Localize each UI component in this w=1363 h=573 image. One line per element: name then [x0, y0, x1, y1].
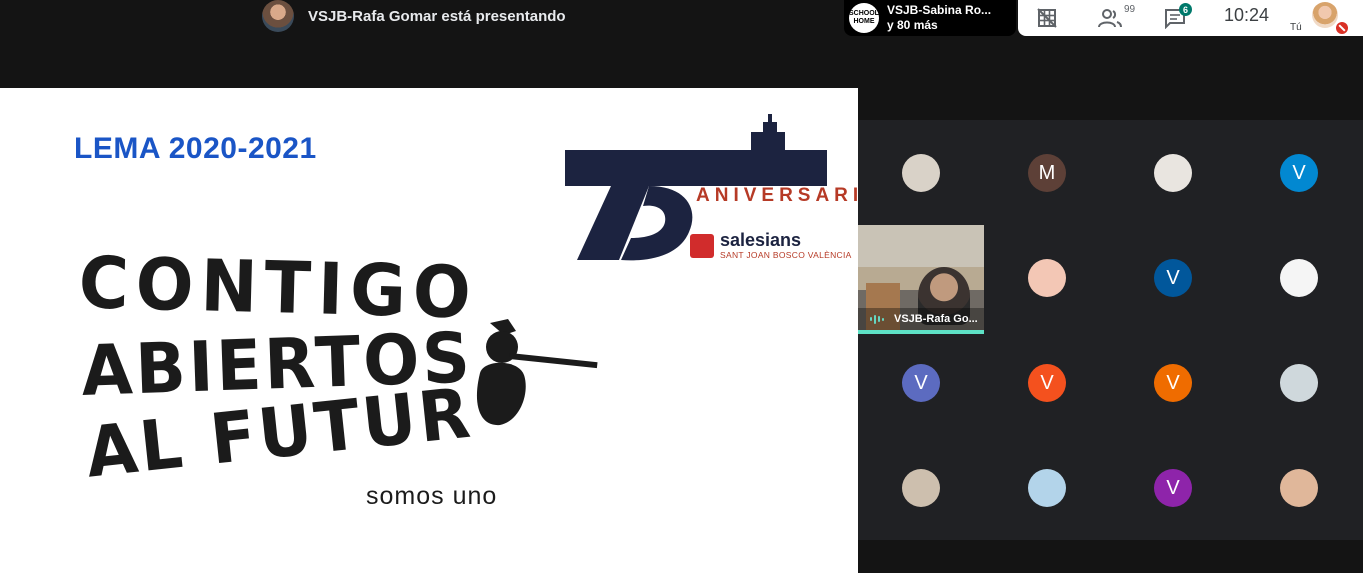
participant-avatar	[902, 469, 940, 507]
others-more: y 80 más	[887, 18, 938, 32]
participant-avatar: V	[1154, 259, 1192, 297]
participant-tile[interactable]: V	[984, 330, 1110, 435]
participant-tile[interactable]	[858, 435, 984, 540]
people-icon	[1098, 9, 1122, 28]
salesians-icon	[690, 234, 714, 258]
participant-avatar	[1280, 259, 1318, 297]
chat-button[interactable]: 6	[1164, 3, 1194, 30]
participant-avatar	[902, 154, 940, 192]
participant-avatar	[1280, 364, 1318, 402]
aniversari-text: ANIVERSARI	[696, 185, 858, 206]
participant-tile[interactable]: V	[1110, 225, 1236, 330]
participant-tile[interactable]	[984, 435, 1110, 540]
participant-tile[interactable]: V	[1110, 435, 1236, 540]
self-avatar	[1312, 2, 1338, 28]
video-name-bar: VSJB-Rafa Go...	[858, 308, 984, 330]
participant-tile[interactable]: V	[1236, 120, 1362, 225]
participant-avatar	[1280, 469, 1318, 507]
participant-tile[interactable]: V	[858, 330, 984, 435]
participant-avatar	[1028, 469, 1066, 507]
chat-count-badge: 6	[1179, 3, 1192, 16]
video-participant-name: VSJB-Rafa Go...	[894, 313, 978, 325]
presenter-text: VSJB-Rafa Gomar está presentando	[308, 7, 566, 25]
salesians-subtitle: SANT JOAN BOSCO VALÈNCIA	[720, 250, 852, 260]
slide-tagline: somos uno	[366, 482, 498, 510]
self-label: Tú	[1290, 22, 1302, 33]
participant-avatar: V	[1028, 364, 1066, 402]
participants-count: 99	[1124, 4, 1136, 15]
slide-lema: LEMA 2020-2021	[74, 132, 317, 165]
layout-grid-button[interactable]	[1036, 6, 1058, 30]
mic-off-icon	[1336, 22, 1348, 34]
participant-avatar	[1154, 154, 1192, 192]
flute-player-illustration	[476, 319, 598, 426]
other-participants-chip[interactable]: SCHOOL HOME VSJB-Sabina Ro... y 80 más	[844, 0, 1016, 36]
others-name: VSJB-Sabina Ro...	[887, 3, 992, 17]
grid-off-icon	[1037, 8, 1057, 28]
participant-tile[interactable]	[984, 225, 1110, 330]
salesians-text: salesians	[720, 230, 802, 250]
participant-avatar: V	[902, 364, 940, 402]
participant-avatar: V	[1154, 364, 1192, 402]
audio-wave-icon	[870, 314, 884, 324]
participants-button[interactable]: 99	[1098, 4, 1138, 30]
participant-avatar	[1028, 259, 1066, 297]
participant-tile[interactable]: M	[984, 120, 1110, 225]
participant-tile[interactable]	[1236, 225, 1362, 330]
participants-grid: M V VSJB-Rafa Go... V V V V V	[858, 120, 1363, 540]
participant-avatar: V	[1154, 469, 1192, 507]
participant-avatar: M	[1028, 154, 1066, 192]
meeting-controls: 99 6 10:24 Tú	[1018, 0, 1363, 36]
participant-tile[interactable]: V	[1110, 330, 1236, 435]
participant-avatar: V	[1280, 154, 1318, 192]
others-text: VSJB-Sabina Ro... y 80 más	[887, 3, 991, 33]
participant-tile[interactable]	[1236, 435, 1362, 540]
presenter-banner: VSJB-Rafa Gomar está presentando	[262, 0, 566, 32]
top-bar: VSJB-Rafa Gomar está presentando SCHOOL …	[0, 0, 1363, 40]
clock-time: 10:24	[1224, 5, 1270, 25]
presentation-slide: LEMA 2020-2021 ANIVERSARI salesians SANT…	[0, 88, 858, 573]
participant-tile[interactable]	[1236, 330, 1362, 435]
participant-tile[interactable]	[1110, 120, 1236, 225]
presenter-avatar	[262, 0, 294, 32]
participant-video-tile[interactable]: VSJB-Rafa Go...	[858, 225, 984, 334]
school-home-logo: SCHOOL HOME	[849, 3, 879, 33]
self-view[interactable]: Tú	[1288, 2, 1348, 34]
participant-tile[interactable]	[858, 120, 984, 225]
